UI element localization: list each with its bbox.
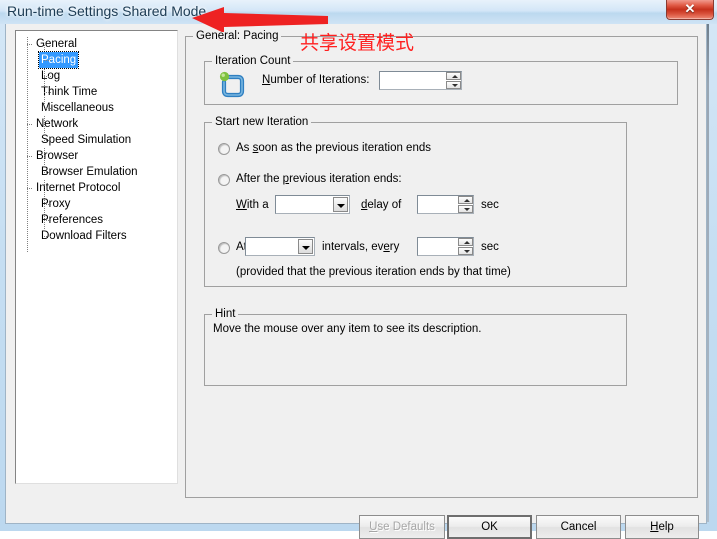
delay-sec-unit-label: sec (481, 199, 499, 211)
use-defaults-button[interactable]: Use Defaults (359, 515, 445, 539)
tree-item-label: Network (36, 118, 79, 130)
dialog-window: Run-time Settings Shared Mode ✕ General (0, 0, 717, 539)
spinner-up-icon[interactable] (446, 72, 461, 80)
with-a-label: With a (236, 199, 269, 211)
tree-branch-icon (44, 76, 52, 77)
window-title: Run-time Settings Shared Mode (7, 3, 207, 19)
tree-item-general[interactable]: General (16, 36, 177, 52)
radio-label: After the previous iteration ends: (236, 173, 402, 185)
tree-item-browser-emulation[interactable]: Browser Emulation (16, 164, 177, 180)
tree-item-speed-simulation[interactable]: Speed Simulation (16, 132, 177, 148)
tree-item-think-time[interactable]: Think Time (16, 84, 177, 100)
tree-branch-icon (44, 220, 52, 221)
iteration-loop-icon (217, 70, 247, 100)
tree-item-download-filters[interactable]: Download Filters (16, 228, 177, 244)
radio-label: As soon as the previous iteration ends (236, 142, 431, 154)
close-icon: ✕ (684, 1, 696, 16)
spinner-buttons[interactable] (446, 72, 461, 89)
interval-seconds-spinner[interactable] (417, 237, 474, 256)
settings-tree[interactable]: General Pacing Log Think Time Miscellane… (15, 30, 178, 484)
start-new-iteration-group: Start new Iteration As soon as the previ… (204, 116, 627, 287)
number-of-iterations-rest: umber of Iterations: (270, 74, 370, 86)
tree-item-browser[interactable]: Browser (16, 148, 177, 164)
radio-button-icon[interactable] (218, 174, 230, 186)
spinner-buttons[interactable] (458, 196, 473, 213)
tree-branch-icon (27, 44, 33, 45)
spinner-down-icon[interactable] (458, 247, 473, 255)
tree-branch-icon (44, 140, 52, 141)
hint-group: Hint Move the mouse over any item to see… (204, 308, 627, 386)
ok-button[interactable]: OK (447, 515, 532, 539)
tree-branch-icon (44, 172, 52, 173)
spinner-down-icon[interactable] (458, 205, 473, 213)
iteration-count-group: Iteration Count Number of Iterations: (204, 55, 678, 105)
spinner-down-icon[interactable] (446, 81, 461, 89)
tree-item-label: Browser (36, 150, 79, 162)
tree-item-label: Internet Protocol (36, 182, 121, 194)
radio-button-icon[interactable] (218, 143, 230, 155)
pacing-settings-group: General: Pacing Iteration Count Number o… (185, 30, 698, 498)
tree-branch-icon (27, 188, 33, 189)
tree-item-miscellaneous[interactable]: Miscellaneous (16, 100, 177, 116)
interval-type-combobox[interactable] (245, 237, 315, 256)
number-of-iterations-spinner[interactable] (379, 71, 462, 90)
tree-branch-icon (27, 124, 33, 125)
tree-branch-icon (44, 236, 52, 237)
tree-item-preferences[interactable]: Preferences (16, 212, 177, 228)
delay-of-label: delay of (361, 199, 402, 211)
tree-item-network[interactable]: Network (16, 116, 177, 132)
tree-item-proxy[interactable]: Proxy (16, 196, 177, 212)
tree-item-pacing[interactable]: Pacing (16, 51, 177, 69)
radio-button-icon[interactable] (218, 242, 230, 254)
dialog-client-area: General Pacing Log Think Time Miscellane… (5, 24, 707, 539)
tree-item-label: Speed Simulation (41, 134, 132, 146)
hint-title: Hint (212, 308, 239, 320)
chevron-down-icon[interactable] (333, 197, 348, 212)
chinese-annotation-text: 共享设置模式 (300, 32, 415, 54)
tree-branch-icon (44, 92, 52, 93)
interval-note-text: (provided that the previous iteration en… (236, 266, 511, 278)
tree-item-label: General (36, 38, 77, 50)
number-of-iterations-label: Number of Iterations: (262, 74, 369, 86)
tree-item-internet-protocol[interactable]: Internet Protocol (16, 180, 177, 196)
tree-branch-icon (27, 156, 33, 157)
delay-type-combobox[interactable] (275, 195, 350, 214)
delay-seconds-spinner[interactable] (417, 195, 474, 214)
tree-branch-icon (44, 60, 52, 61)
tree-item-label: Browser Emulation (41, 166, 138, 178)
close-button[interactable]: ✕ (666, 0, 714, 20)
start-new-iteration-title: Start new Iteration (212, 116, 312, 128)
help-button[interactable]: Help (625, 515, 699, 539)
chevron-down-icon[interactable] (298, 239, 313, 254)
background-window-edge (707, 24, 709, 522)
intervals-every-label: intervals, every (322, 241, 400, 253)
interval-sec-unit-label: sec (481, 241, 499, 253)
tree-branch-icon (44, 108, 52, 109)
cancel-button[interactable]: Cancel (536, 515, 621, 539)
tree-item-label: Download Filters (41, 230, 127, 242)
iteration-count-title: Iteration Count (212, 55, 294, 67)
spinner-up-icon[interactable] (458, 238, 473, 246)
tree-branch-icon (44, 204, 52, 205)
tree-item-log[interactable]: Log (16, 68, 177, 84)
title-bar: Run-time Settings Shared Mode ✕ (0, 0, 717, 24)
spinner-up-icon[interactable] (458, 196, 473, 204)
hint-text: Move the mouse over any item to see its … (213, 323, 482, 335)
spinner-buttons[interactable] (458, 238, 473, 255)
